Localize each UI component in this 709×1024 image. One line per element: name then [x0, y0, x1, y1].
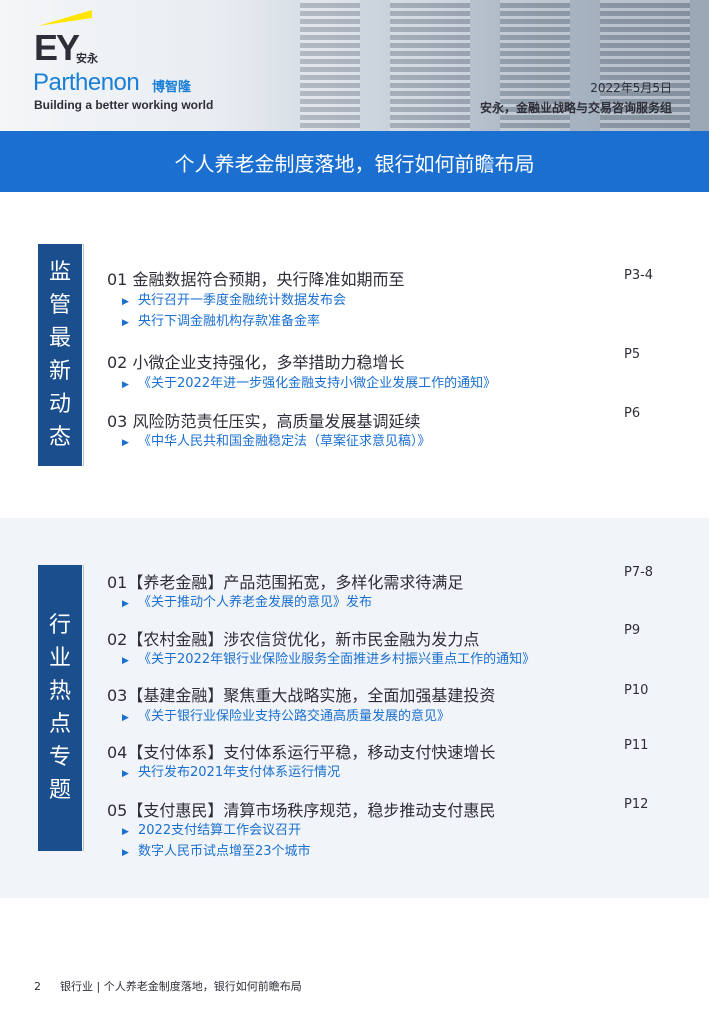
triangle-right-icon: ▶ — [122, 297, 129, 307]
ey-logo-cn: 安永 — [76, 52, 98, 65]
building-graphic — [300, 0, 360, 131]
label-char: 管 — [48, 293, 71, 318]
divider — [83, 565, 84, 851]
toc-item-title[interactable]: 03 风险防范责任压实，高质量发展基调延续 — [107, 408, 420, 432]
triangle-right-icon: ▶ — [122, 656, 129, 666]
section-label-industry: 行 业 热 点 专 题 — [38, 565, 82, 851]
toc-subitem[interactable]: ▶ 2022支付结算工作会议召开 — [122, 819, 301, 838]
label-char: 业 — [48, 646, 71, 671]
toc-item-title[interactable]: 04【支付体系】支付体系运行平稳，移动支付快速增长 — [107, 739, 495, 763]
label-char: 点 — [48, 712, 71, 737]
page-footer: 2 银行业 | 个人养老金制度落地，银行如何前瞻布局 — [34, 978, 302, 994]
divider — [83, 244, 84, 466]
tagline: Building a better working world — [34, 98, 214, 112]
toc-subitem[interactable]: ▶ 央行发布2021年支付体系运行情况 — [122, 761, 340, 780]
toc-item-title[interactable]: 01 金融数据符合预期，央行降准如期而至 — [107, 266, 404, 290]
label-char: 专 — [48, 745, 71, 770]
toc-subitem[interactable]: ▶ 《中华人民共和国金融稳定法（草案征求意见稿）》 — [122, 430, 431, 449]
toc-subitem[interactable]: ▶ 数字人民币试点增至23个城市 — [122, 840, 311, 859]
triangle-right-icon: ▶ — [122, 599, 129, 609]
triangle-right-icon: ▶ — [122, 380, 129, 390]
toc-subitem[interactable]: ▶ 《关于2022年进一步强化金融支持小微企业发展工作的通知》 — [122, 372, 496, 391]
triangle-right-icon: ▶ — [122, 827, 129, 837]
toc-page-ref: P3-4 — [624, 268, 654, 283]
ey-logo: EY — [34, 27, 80, 68]
toc-item-title[interactable]: 02 小微企业支持强化，多举措助力稳增长 — [107, 349, 404, 373]
toc-page-ref: P11 — [624, 738, 649, 753]
toc-subitem[interactable]: ▶ 《关于推动个人养老金发展的意见》发布 — [122, 591, 372, 610]
toc-page-ref: P10 — [624, 683, 649, 698]
toc-page-ref: P12 — [624, 797, 649, 812]
toc-subitem[interactable]: ▶ 《关于银行业保险业支持公路交通高质量发展的意见》 — [122, 705, 450, 724]
toc-page-ref: P6 — [624, 406, 641, 421]
page-title: 个人养老金制度落地，银行如何前瞻布局 — [174, 152, 535, 176]
ey-logo-beam-icon — [38, 10, 92, 26]
label-char: 新 — [48, 359, 71, 384]
label-char: 动 — [48, 392, 71, 417]
toc-item-title[interactable]: 01【养老金融】产品范围拓宽，多样化需求待满足 — [107, 569, 463, 593]
section-label-regulatory: 监 管 最 新 动 态 — [38, 244, 82, 466]
toc-page-ref: P7-8 — [624, 565, 654, 580]
toc-page-ref: P5 — [624, 347, 641, 362]
footer-text: 银行业 | 个人养老金制度落地，银行如何前瞻布局 — [60, 980, 302, 993]
triangle-right-icon: ▶ — [122, 318, 129, 328]
toc-item-title[interactable]: 02【农村金融】涉农信贷优化，新市民金融为发力点 — [107, 626, 479, 650]
label-char: 热 — [48, 679, 71, 704]
label-char: 态 — [48, 425, 71, 450]
label-char: 题 — [48, 778, 71, 803]
toc-subitem[interactable]: ▶ 《关于2022年银行业保险业服务全面推进乡村振兴重点工作的通知》 — [122, 648, 535, 667]
organization-name: 安永，金融业战略与交易咨询服务组 — [479, 101, 672, 115]
parthenon-logo: Parthenon — [33, 69, 140, 96]
toc-item-title[interactable]: 05【支付惠民】清算市场秩序规范，稳步推动支付惠民 — [107, 797, 495, 821]
report-date: 2022年5月5日 — [590, 81, 672, 95]
triangle-right-icon: ▶ — [122, 848, 129, 858]
toc-page-ref: P9 — [624, 623, 641, 638]
footer-page-number: 2 — [34, 980, 41, 993]
toc-subitem[interactable]: ▶ 央行下调金融机构存款准备金率 — [122, 310, 320, 329]
label-char: 行 — [48, 613, 71, 638]
toc-item-title[interactable]: 03【基建金融】聚焦重大战略实施，全面加强基建投资 — [107, 682, 495, 706]
triangle-right-icon: ▶ — [122, 769, 129, 779]
label-char: 最 — [48, 326, 71, 351]
triangle-right-icon: ▶ — [122, 713, 129, 723]
building-graphic — [390, 0, 470, 131]
parthenon-logo-cn: 博智隆 — [152, 80, 192, 95]
label-char: 监 — [48, 260, 71, 285]
toc-subitem[interactable]: ▶ 央行召开一季度金融统计数据发布会 — [122, 289, 346, 308]
triangle-right-icon: ▶ — [122, 438, 129, 448]
header-banner: EY 安永 Parthenon 博智隆 Building a better wo… — [0, 0, 709, 131]
